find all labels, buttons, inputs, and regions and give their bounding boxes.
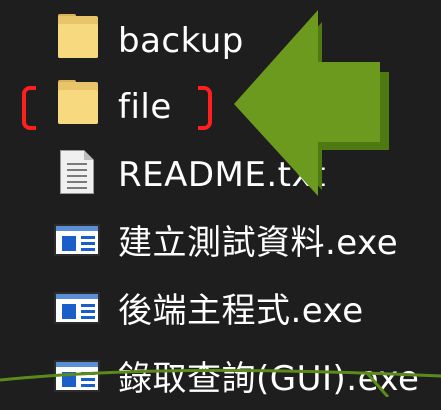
annotation-curve [0,368,441,382]
annotation-overlay [0,10,441,397]
annotation-curve-stroke [364,371,390,397]
green-arrow-icon [234,10,380,196]
